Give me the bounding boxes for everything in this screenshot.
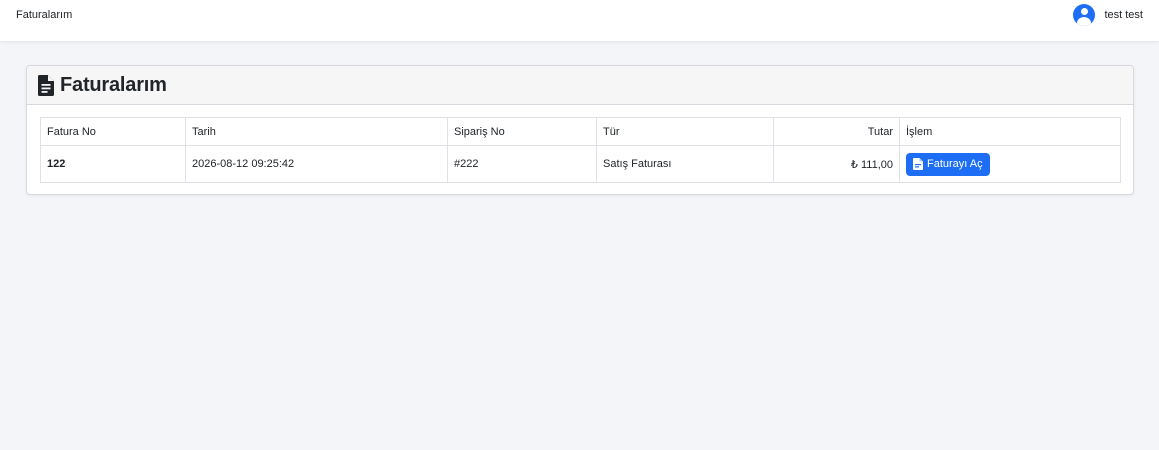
cell-fatura-no: 122 xyxy=(40,145,186,183)
header-tur: Tür xyxy=(596,117,774,146)
cell-siparis-no: #222 xyxy=(447,145,597,183)
header-tutar: Tutar xyxy=(773,117,900,146)
open-invoice-button[interactable]: Faturayı Aç xyxy=(906,152,990,176)
user-menu[interactable]: test test xyxy=(1073,4,1143,26)
user-name[interactable]: test test xyxy=(1104,9,1143,21)
top-navbar: Faturalarım test test xyxy=(0,0,1159,41)
user-avatar-icon[interactable] xyxy=(1073,4,1096,26)
header-siparis-no: Sipariş No xyxy=(447,117,597,146)
navbar-brand[interactable]: Faturalarım xyxy=(16,9,72,21)
table-header-row: Fatura No Tarih Sipariş No Tür Tutar İşl… xyxy=(40,117,1121,146)
header-fatura-no: Fatura No xyxy=(40,117,186,146)
invoices-card: Faturalarım Fatura No Tarih Sipariş No T… xyxy=(26,65,1134,195)
header-islem: İşlem xyxy=(899,117,1121,146)
page-title: Faturalarım xyxy=(60,73,167,96)
file-pdf-icon xyxy=(913,158,923,170)
open-invoice-label: Faturayı Aç xyxy=(927,158,983,170)
invoices-table: Fatura No Tarih Sipariş No Tür Tutar İşl… xyxy=(40,117,1121,183)
header-tarih: Tarih xyxy=(185,117,448,146)
table-row: 122 2026-08-12 09:25:42 #222 Satış Fatur… xyxy=(40,145,1121,183)
file-invoice-icon xyxy=(38,74,54,96)
cell-islem: Faturayı Aç xyxy=(899,145,1121,183)
cell-tarih: 2026-08-12 09:25:42 xyxy=(185,145,448,183)
cell-tutar: ₺ 111,00 xyxy=(773,145,900,183)
card-header: Faturalarım xyxy=(27,66,1133,105)
cell-tur: Satış Faturası xyxy=(596,145,774,183)
